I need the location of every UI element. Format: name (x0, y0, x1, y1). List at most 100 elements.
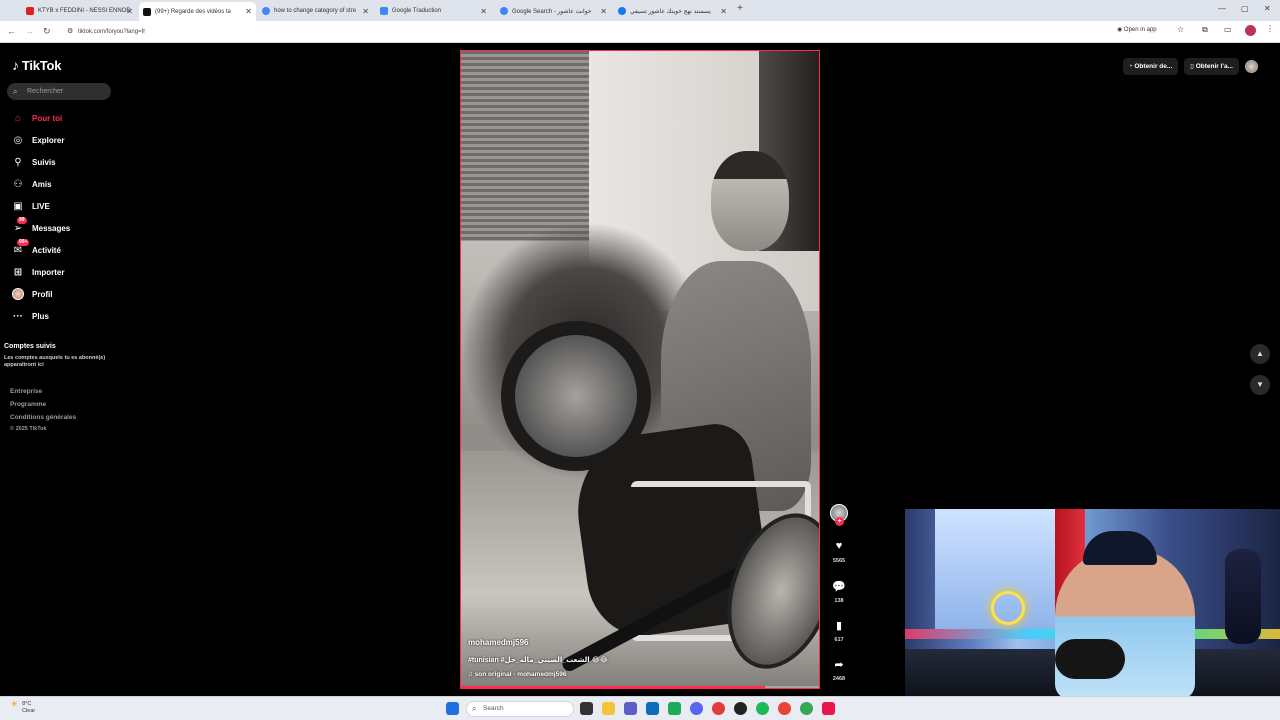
video-sound[interactable]: ♫ son original - mohamedmj596 (468, 671, 566, 678)
chrome-icon[interactable] (778, 702, 791, 715)
browser-tab-2[interactable]: (99+) Regarde des vidéos ta ✕ (139, 2, 256, 21)
obs-icon[interactable] (712, 702, 725, 715)
tab-label: KTYB x FEDDINI - NESSI ENNOD (38, 8, 131, 14)
forward-icon[interactable]: → (25, 26, 34, 36)
browser-tab-3[interactable]: how to change category of stre ✕ (258, 3, 373, 19)
video-progress-fill (461, 686, 766, 688)
account-avatar[interactable] (1245, 60, 1258, 73)
previous-video-button[interactable]: ▲ (1250, 344, 1270, 364)
back-icon[interactable]: ← (7, 26, 16, 36)
comment-icon: 💬 (832, 581, 846, 593)
close-icon[interactable]: ✕ (362, 7, 369, 16)
close-icon[interactable]: ✕ (720, 7, 727, 16)
get-desktop-app-button[interactable]: ▯ Obtenir l'a... (1184, 58, 1239, 75)
sidebar-item-explorer[interactable]: ◎ Explorer (10, 132, 65, 148)
next-video-button[interactable]: ▼ (1250, 375, 1270, 395)
chrome-profile-icon[interactable] (800, 702, 813, 715)
weather-text: 8°C Clear (22, 701, 35, 715)
sidebar-item-plus[interactable]: ··· Plus (10, 308, 49, 324)
messages-badge: 99 (17, 217, 27, 224)
chevron-up-icon: ▲ (1256, 349, 1264, 358)
sidebar-item-amis[interactable]: ⚇ Amis (10, 176, 52, 192)
tiktok-note-icon: ♪ (12, 57, 19, 73)
footer-link-programme[interactable]: Programme (10, 401, 46, 408)
webcam-cap (1083, 531, 1157, 565)
minimize-icon[interactable]: — (1218, 4, 1226, 13)
close-icon[interactable]: ✕ (480, 7, 487, 16)
taskbar-search[interactable]: ⌕ Search (466, 701, 574, 717)
google-icon (500, 7, 508, 15)
weather-icon: ☀ (10, 699, 19, 709)
get-app-button[interactable]: ◔ Obtenir de... (1122, 58, 1179, 75)
sidebar-item-activite[interactable]: ✉ 99+ Activité (10, 239, 61, 258)
reload-icon[interactable]: ↻ (43, 26, 51, 37)
file-explorer-icon[interactable] (602, 702, 615, 715)
new-tab-icon[interactable]: + (737, 3, 743, 14)
task-view-icon[interactable] (580, 702, 593, 715)
sidebar-item-live[interactable]: ▣ LIVE (10, 198, 50, 214)
share-icon: ➦ (834, 659, 844, 671)
sidebar-item-label: Amis (32, 179, 52, 189)
sidebar-item-label: Messages (32, 223, 71, 233)
sidebar-item-pour-toi[interactable]: ⌂ Pour toi (10, 110, 62, 126)
browser-tab-6[interactable]: يسستد نهج خوينك عاشور تسيفي ✕ (614, 3, 731, 19)
search-input[interactable]: ⌕ Rechercher (7, 83, 111, 100)
bookmark-star-icon[interactable]: ☆ (1177, 25, 1184, 34)
profile-avatar[interactable] (1245, 25, 1256, 36)
video-player[interactable]: mohamedmj596 #tunisian #الشعب_الصيني_مال… (460, 50, 820, 689)
search-icon: ⌕ (472, 704, 477, 713)
follow-plus-icon[interactable]: + (835, 517, 844, 526)
app-icon[interactable] (822, 702, 835, 715)
menu-icon[interactable]: ⋮ (1266, 24, 1274, 33)
save-count: 617 (834, 637, 844, 643)
sidebar-item-profil[interactable]: Profil (10, 286, 52, 302)
maximize-icon[interactable]: ▢ (1241, 4, 1249, 13)
following-icon: ⚲ (14, 156, 22, 168)
open-in-app-button[interactable]: ◉ Open in app (1117, 26, 1157, 33)
video-username[interactable]: mohamedmj596 (468, 638, 528, 647)
footer-link-conditions[interactable]: Conditions générales (10, 414, 76, 421)
app-icon[interactable] (668, 702, 681, 715)
followed-accounts-text: Les comptes auxquels tu es abonné(e) app… (4, 355, 106, 368)
sidebar-item-label: Importer (32, 267, 65, 277)
share-count: 2468 (832, 676, 846, 682)
sidebar-item-messages[interactable]: ➢ 99 Messages (10, 217, 71, 236)
comment-button[interactable]: 💬 138 (829, 580, 849, 604)
address-bar-row: ← → ↻ ⚙ tiktok.com/foryou?lang=fr ◉ Open… (0, 21, 1280, 43)
footer-link-entreprise[interactable]: Entreprise (10, 388, 42, 395)
weather-widget[interactable]: ☀ 8°C Clear (10, 699, 35, 715)
sidebar-icon[interactable]: ▭ (1224, 25, 1232, 34)
url-field[interactable]: ⚙ tiktok.com/foryou?lang=fr (64, 25, 1104, 39)
sidebar-item-importer[interactable]: ⊞ Importer (10, 264, 65, 280)
video-caption[interactable]: #tunisian #الشعب_الصيني_ماله_حل 😂😂 (468, 656, 608, 664)
tab-label: يسستد نهج خوينك عاشور تسيفي (630, 8, 711, 15)
share-button[interactable]: ➦ 2468 (829, 658, 849, 682)
browser-tab-1[interactable]: KTYB x FEDDINI - NESSI ENNOD ✕ (22, 3, 137, 19)
outlook-icon[interactable] (646, 702, 659, 715)
video-progress-bar[interactable] (461, 686, 819, 688)
like-button[interactable]: ♥ 5565 (829, 540, 849, 564)
browser-tab-4[interactable]: Google Traduction ✕ (376, 3, 491, 19)
messages-icon: ➢ 99 (13, 217, 27, 234)
logo-text: TikTok (21, 57, 62, 73)
teams-icon[interactable] (624, 702, 637, 715)
webcam-bear-figure (1225, 549, 1261, 644)
site-info-icon[interactable]: ⚙ (67, 25, 73, 39)
window-close-icon[interactable]: ✕ (1264, 4, 1271, 13)
sidebar-item-label: Plus (32, 311, 49, 321)
save-button[interactable]: ▮ 617 (829, 619, 849, 643)
extensions-icon[interactable]: ⧉ (1202, 25, 1208, 35)
app-icon[interactable] (734, 702, 747, 715)
close-icon[interactable]: ✕ (126, 7, 133, 16)
browser-tab-5[interactable]: Google Search - خوانت عاشور ✕ (496, 3, 611, 19)
spotify-icon[interactable] (756, 702, 769, 715)
start-icon[interactable] (446, 702, 459, 715)
close-icon[interactable]: ✕ (600, 7, 607, 16)
profile-icon (10, 287, 26, 301)
tiktok-logo[interactable]: ♪ TikTok (12, 57, 62, 73)
video-person-head (711, 151, 789, 251)
discord-icon[interactable] (690, 702, 703, 715)
sidebar-item-suivis[interactable]: ⚲ Suivis (10, 154, 55, 170)
tab-label: (99+) Regarde des vidéos ta (155, 8, 231, 15)
close-icon[interactable]: ✕ (245, 7, 252, 16)
